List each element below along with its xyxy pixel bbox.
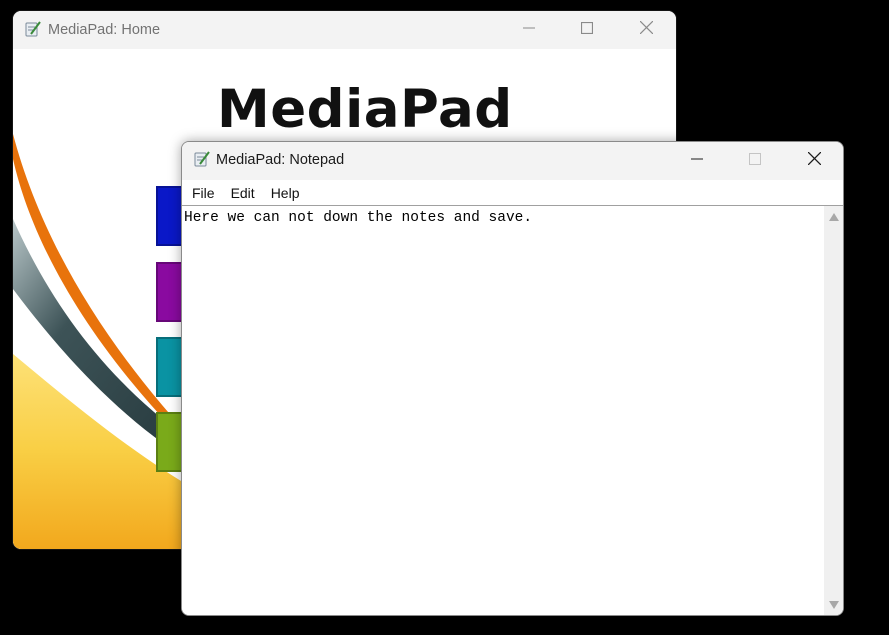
close-icon — [639, 20, 653, 39]
notepad-pen-icon — [193, 150, 211, 168]
home-maximize-button[interactable] — [558, 11, 616, 49]
notepad-titlebar[interactable]: MediaPad: Notepad — [182, 142, 843, 180]
home-close-button[interactable] — [617, 11, 675, 49]
notepad-menubar: File Edit Help — [182, 180, 843, 205]
scroll-up-arrow-icon[interactable] — [829, 213, 839, 221]
home-minimize-button[interactable] — [500, 11, 558, 49]
home-window-title: MediaPad: Home — [48, 22, 161, 38]
scroll-down-arrow-icon[interactable] — [829, 601, 839, 609]
minimize-icon — [691, 152, 703, 170]
menu-help[interactable]: Help — [269, 185, 302, 201]
notepad-minimize-button[interactable] — [668, 142, 726, 180]
notepad-window[interactable]: MediaPad: Notepad File Edit Help Here we… — [181, 141, 844, 616]
home-titlebar[interactable]: MediaPad: Home — [13, 11, 676, 49]
notepad-pen-icon — [24, 20, 42, 38]
close-icon — [807, 151, 821, 170]
maximize-icon — [749, 152, 761, 170]
mediapad-logo: MediaPad — [217, 79, 513, 140]
menu-file[interactable]: File — [190, 185, 217, 201]
notepad-close-button[interactable] — [785, 142, 843, 180]
maximize-icon — [580, 21, 594, 39]
notepad-window-title: MediaPad: Notepad — [216, 152, 345, 168]
notepad-maximize-button[interactable] — [726, 142, 784, 180]
notepad-text-editor[interactable]: Here we can not down the notes and save. — [184, 210, 823, 615]
vertical-scrollbar[interactable] — [824, 206, 843, 615]
menu-edit[interactable]: Edit — [229, 185, 257, 201]
minimize-icon — [523, 21, 535, 39]
notepad-editor-area[interactable]: Here we can not down the notes and save. — [182, 205, 843, 615]
